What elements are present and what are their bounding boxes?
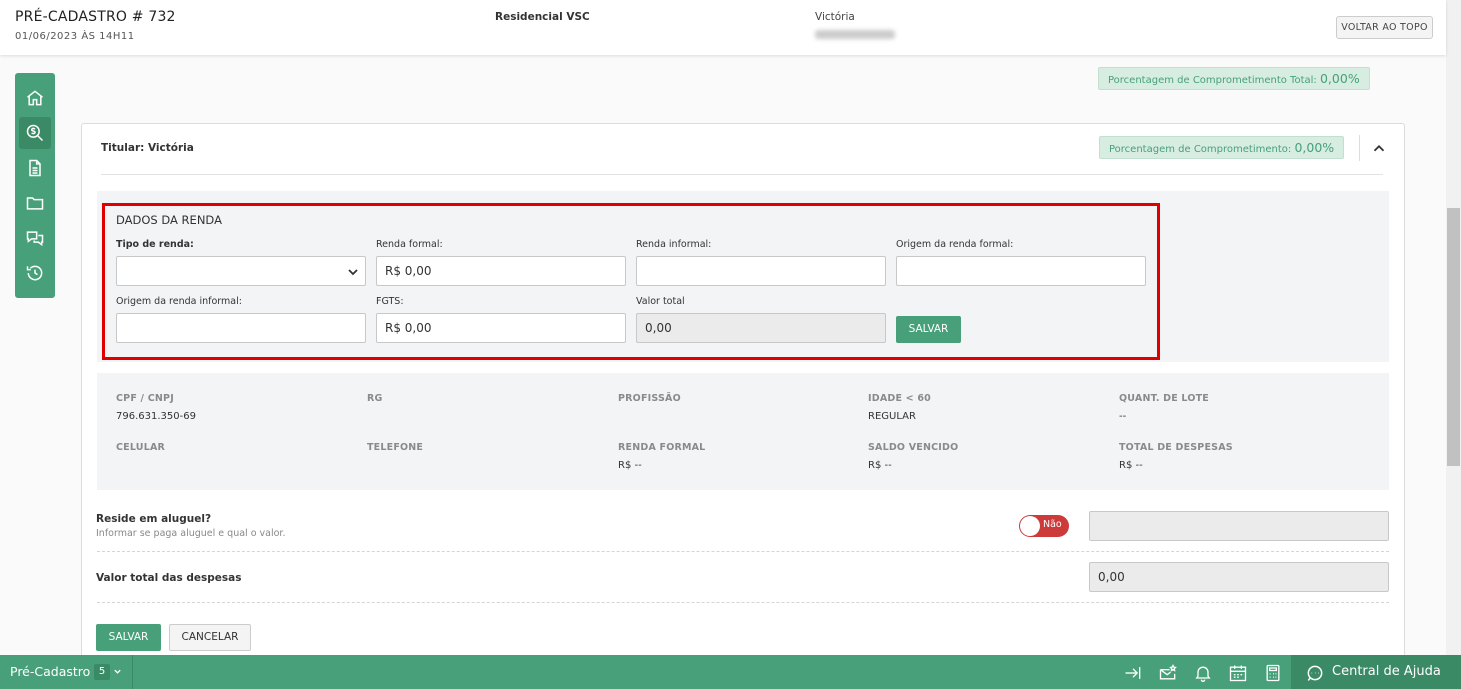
rent-question: Reside em aluguel? [96, 513, 212, 525]
mail-star-icon[interactable] [1158, 663, 1178, 683]
income-save-button[interactable]: SALVAR [896, 316, 961, 343]
celular-label: CELULAR [116, 442, 166, 453]
renda-informal-label: Renda informal: [636, 239, 712, 250]
expenses-total-field: 0,00 [1089, 562, 1389, 592]
blurred-phone [815, 30, 895, 39]
help-center-button[interactable]: Central de Ajuda [1291, 655, 1461, 689]
valor-total-field: 0,00 [636, 313, 886, 343]
tab-label: Pré-Cadastro [10, 664, 91, 679]
rent-toggle[interactable]: Não [1019, 515, 1069, 537]
profissao-label: PROFISSÃO [618, 393, 681, 404]
top-header: PRÉ-CADASTRO # 732 01/06/2023 ÀS 14H11 R… [0, 0, 1446, 55]
rg-label: RG [367, 393, 383, 404]
side-navigation [15, 73, 55, 298]
chevron-down-icon[interactable] [113, 667, 122, 676]
calendar-icon[interactable] [1228, 663, 1248, 683]
idade-label: IDADE < 60 [868, 393, 931, 404]
commitment-badge: Porcentagem de Comprometimento: 0,00% [1099, 136, 1345, 159]
help-chat-icon [1307, 665, 1323, 681]
renda-formal-info-value: R$ -- [618, 460, 642, 471]
commitment-label: Porcentagem de Comprometimento: [1109, 144, 1292, 155]
toggle-label: Não [1043, 519, 1062, 530]
nav-financial-analysis[interactable] [19, 117, 51, 149]
page-date: 01/06/2023 ÀS 14H11 [15, 31, 135, 42]
back-to-top-button[interactable]: VOLTAR AO TOPO [1336, 16, 1433, 39]
home-icon [27, 90, 43, 106]
save-button[interactable]: SALVAR [96, 624, 161, 651]
lote-value: -- [1119, 411, 1127, 422]
renda-formal-input[interactable]: R$ 0,00 [376, 256, 626, 286]
calculator-icon[interactable] [1263, 663, 1283, 683]
renda-formal-label: Renda formal: [376, 239, 443, 250]
history-icon [26, 265, 43, 281]
nav-history[interactable] [19, 257, 51, 289]
login-arrow-icon[interactable] [1123, 663, 1143, 683]
commitment-value: 0,00% [1294, 140, 1335, 155]
chevron-down-icon [348, 269, 358, 276]
bottom-taskbar: Pré-Cadastro 5 Central de Ajuda [0, 655, 1461, 689]
project-name: Residencial VSC [495, 11, 590, 23]
tab-count-badge: 5 [94, 664, 110, 680]
renda-formal-info-label: RENDA FORMAL [618, 442, 706, 453]
bell-icon[interactable] [1193, 663, 1213, 683]
holder-title: Titular: Victória [101, 142, 194, 154]
income-section-title: DADOS DA RENDA [116, 213, 222, 227]
despesas-label: TOTAL DE DESPESAS [1119, 442, 1233, 453]
chat-icon [26, 231, 44, 247]
nav-home[interactable] [19, 82, 51, 114]
renda-informal-input[interactable] [636, 256, 886, 286]
rent-value-input[interactable] [1089, 511, 1389, 541]
nav-folders[interactable] [19, 187, 51, 219]
total-commitment-badge: Porcentagem de Comprometimento Total: 0,… [1098, 67, 1370, 90]
toggle-knob [1020, 516, 1040, 536]
page-scrollbar[interactable] [1446, 0, 1461, 655]
divider [97, 551, 1389, 552]
header-divider [1359, 135, 1360, 161]
client-name: Victória [815, 11, 855, 23]
card-divider [101, 174, 1383, 175]
folder-icon [26, 197, 44, 210]
saldo-value: R$ -- [868, 460, 892, 471]
document-icon [29, 159, 41, 177]
nav-documents[interactable] [19, 152, 51, 184]
expenses-label: Valor total das despesas [96, 572, 242, 584]
valor-total-label: Valor total [636, 296, 685, 307]
nav-messages[interactable] [19, 222, 51, 254]
cancel-button[interactable]: CANCELAR [169, 624, 251, 651]
total-commitment-label: Porcentagem de Comprometimento Total: [1108, 75, 1317, 86]
money-search-icon [26, 124, 44, 142]
lote-label: QUANT. DE LOTE [1119, 393, 1209, 404]
divider [97, 602, 1389, 603]
telefone-label: TELEFONE [367, 442, 424, 453]
origem-informal-input[interactable] [116, 313, 366, 343]
idade-value: REGULAR [868, 411, 916, 422]
scrollbar-thumb[interactable] [1447, 208, 1460, 466]
help-center-label: Central de Ajuda [1332, 664, 1441, 679]
total-commitment-value: 0,00% [1319, 71, 1360, 86]
cpf-label: CPF / CNPJ [116, 393, 174, 404]
fgts-label: FGTS: [376, 296, 404, 307]
origem-formal-label: Origem da renda formal: [896, 239, 1014, 250]
cpf-value: 796.631.350-69 [116, 411, 196, 422]
fgts-input[interactable]: R$ 0,00 [376, 313, 626, 343]
rent-hint: Informar se paga aluguel e qual o valor. [96, 528, 286, 539]
saldo-label: SALDO VENCIDO [868, 442, 959, 453]
personal-info-panel [97, 373, 1389, 490]
despesas-value: R$ -- [1119, 460, 1143, 471]
origem-formal-input[interactable] [896, 256, 1146, 286]
page-title: PRÉ-CADASTRO # 732 [15, 9, 176, 25]
chevron-up-icon[interactable] [1370, 140, 1388, 158]
tipo-renda-label: Tipo de renda: [116, 239, 194, 250]
origem-informal-label: Origem da renda informal: [116, 296, 242, 307]
tipo-renda-select[interactable] [116, 256, 366, 286]
pre-cadastro-tab[interactable]: Pré-Cadastro 5 [0, 655, 133, 689]
